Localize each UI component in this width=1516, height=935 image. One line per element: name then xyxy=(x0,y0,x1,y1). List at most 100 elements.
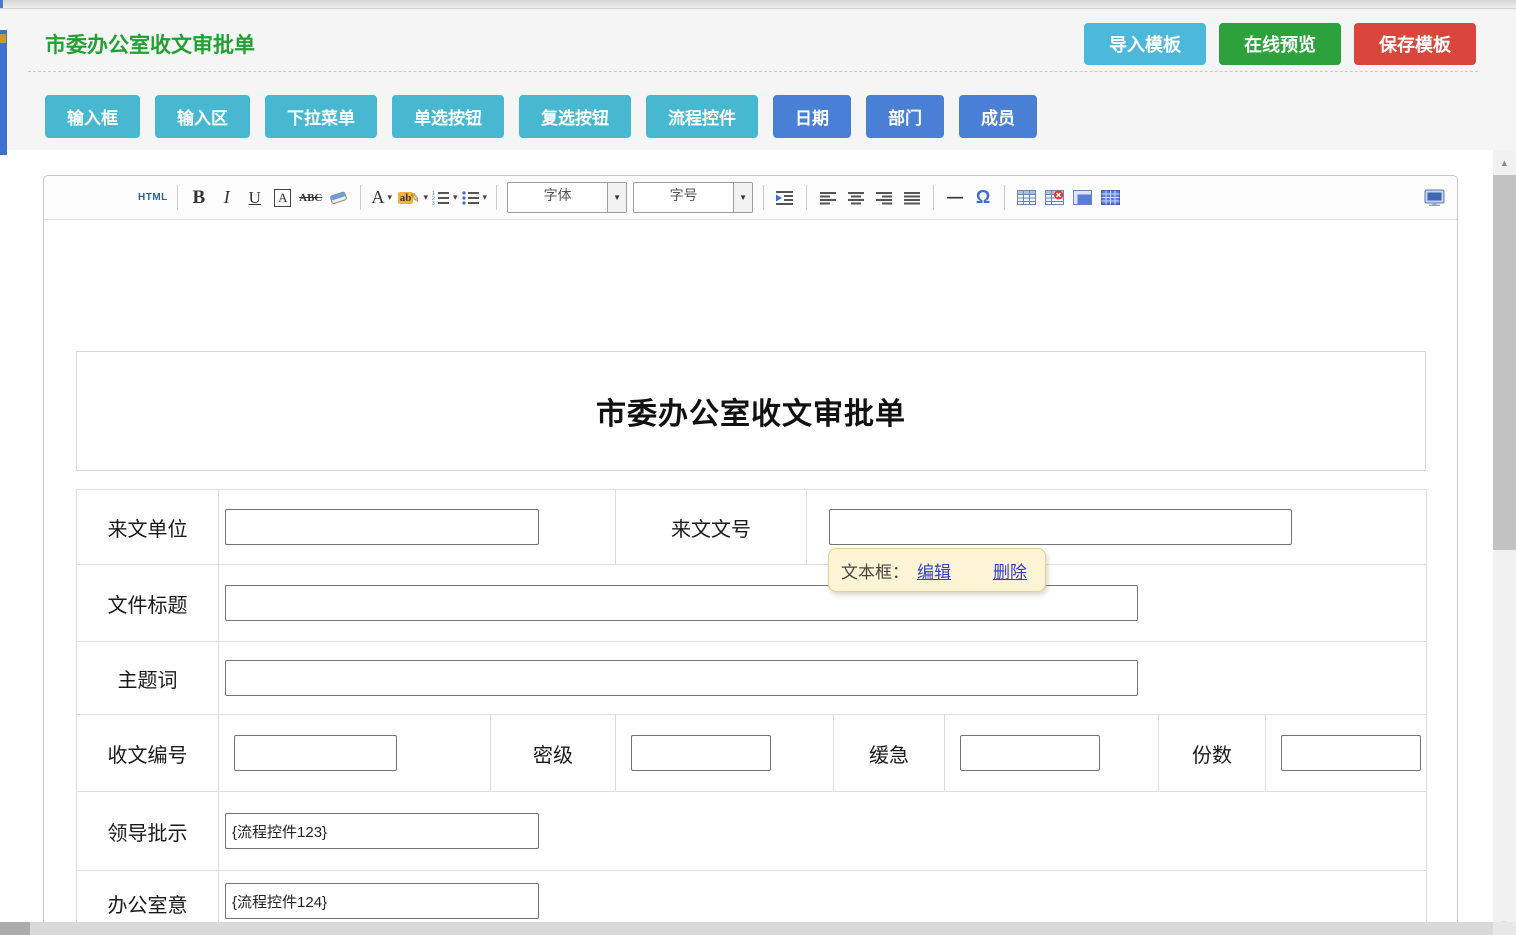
widget-department-button[interactable]: 部门 xyxy=(866,95,944,138)
cell-source-unit-input xyxy=(219,490,616,565)
table-row-meta: 收文编号 密级 缓急 份数 xyxy=(77,715,1427,792)
cell-leader: 领导批示 xyxy=(77,792,219,871)
cell-receipt-number: 收文编号 xyxy=(77,715,219,792)
source-unit-input[interactable] xyxy=(225,509,539,545)
cell-doc-title-input xyxy=(219,565,1427,642)
align-left-button[interactable] xyxy=(816,184,840,212)
subject-input[interactable] xyxy=(225,660,1138,696)
chevron-down-icon: ▾ xyxy=(388,192,393,203)
toolbar-separator xyxy=(360,185,361,210)
insert-table-button[interactable] xyxy=(1014,184,1038,212)
fullscreen-button[interactable] xyxy=(1422,184,1446,212)
table-row-leader: 领导批示 xyxy=(77,792,1427,871)
vertical-scrollbar[interactable]: ▲ ▼ xyxy=(1493,150,1516,935)
align-left-icon xyxy=(820,191,837,205)
delete-link[interactable]: 删除 xyxy=(993,558,1027,583)
bold-button[interactable]: B xyxy=(187,184,211,212)
office-flow-control-input[interactable] xyxy=(225,883,539,919)
toolbar-separator xyxy=(806,185,807,210)
edit-link[interactable]: 编辑 xyxy=(917,558,951,583)
widget-input-box-button[interactable]: 输入框 xyxy=(45,95,140,138)
leader-flow-control-input[interactable] xyxy=(225,813,539,849)
header-panel: 市委办公室收文审批单 导入模板 在线预览 保存模板 输入框 输入区 下拉菜单 单… xyxy=(0,9,1516,150)
widget-flow-control-button[interactable]: 流程控件 xyxy=(646,95,758,138)
unordered-list-button[interactable]: ▾ xyxy=(462,184,488,212)
label-source-number: 来文文号 xyxy=(671,519,751,541)
online-preview-button[interactable]: 在线预览 xyxy=(1219,23,1341,65)
label-secrecy: 密级 xyxy=(533,745,573,767)
receipt-number-input[interactable] xyxy=(234,735,397,771)
vertical-scrollbar-thumb[interactable] xyxy=(1493,175,1516,550)
toolbar-separator xyxy=(933,185,934,210)
pencil-icon: ✎ xyxy=(409,190,421,206)
cell-urgency-input xyxy=(945,715,1159,792)
scroll-up-icon[interactable]: ▲ xyxy=(1493,156,1516,170)
strikethrough-button[interactable]: ABC xyxy=(299,184,323,212)
ordered-list-icon: 123 xyxy=(432,190,450,205)
header-actions: 导入模板 在线预览 保存模板 xyxy=(1084,23,1476,65)
delete-table-button[interactable] xyxy=(1042,184,1066,212)
font-size-select[interactable]: 字号▼ xyxy=(633,182,753,213)
align-center-button[interactable] xyxy=(844,184,868,212)
horizontal-rule-button[interactable]: — xyxy=(943,184,967,212)
highlight-color-button[interactable]: ab✎▾ xyxy=(398,184,428,212)
format-a-button[interactable]: A xyxy=(271,184,295,212)
editor-content[interactable]: 市委办公室收文审批单 来文单位 来文文号 文件标题 主题词 xyxy=(44,220,1457,935)
horizontal-scrollbar[interactable] xyxy=(0,922,1493,935)
chevron-down-icon: ▾ xyxy=(483,192,488,203)
font-color-button[interactable]: A▾ xyxy=(370,184,394,212)
import-template-button[interactable]: 导入模板 xyxy=(1084,23,1206,65)
horizontal-scrollbar-thumb[interactable] xyxy=(0,922,30,935)
delete-table-icon xyxy=(1045,190,1064,205)
table-row-source: 来文单位 来文文号 xyxy=(77,490,1427,565)
form-table: 来文单位 来文文号 文件标题 主题词 收文编号 密级 xyxy=(76,489,1427,935)
widget-member-button[interactable]: 成员 xyxy=(959,95,1037,138)
cell-urgency: 缓急 xyxy=(834,715,945,792)
label-source-unit: 来文单位 xyxy=(108,519,188,541)
cell-subject-input xyxy=(219,642,1427,715)
widget-textarea-button[interactable]: 输入区 xyxy=(155,95,250,138)
left-edge-accent xyxy=(0,30,7,155)
cell-secrecy: 密级 xyxy=(491,715,616,792)
align-right-icon xyxy=(876,191,893,205)
special-char-button[interactable]: Ω xyxy=(971,184,995,212)
page-title: 市委办公室收文审批单 xyxy=(45,29,255,59)
align-right-button[interactable] xyxy=(872,184,896,212)
secrecy-input[interactable] xyxy=(631,735,771,771)
underline-button[interactable]: U xyxy=(243,184,267,212)
remove-format-button[interactable] xyxy=(327,184,351,212)
toolbar-separator xyxy=(763,185,764,210)
label-receipt-number: 收文编号 xyxy=(108,745,188,767)
table-properties-button[interactable] xyxy=(1098,184,1122,212)
ordered-list-button[interactable]: 123 ▾ xyxy=(432,184,458,212)
cell-source-number: 来文文号 xyxy=(616,490,807,565)
font-family-value: 字体 xyxy=(508,183,607,212)
italic-button[interactable]: I xyxy=(215,184,239,212)
cell-doc-title: 文件标题 xyxy=(77,565,219,642)
source-code-button[interactable]: HTML xyxy=(138,184,168,212)
widget-checkbox-button[interactable]: 复选按钮 xyxy=(519,95,631,138)
chevron-down-icon: ▾ xyxy=(423,192,428,203)
insert-frame-button[interactable] xyxy=(1070,184,1094,212)
widget-radio-button[interactable]: 单选按钮 xyxy=(392,95,504,138)
indent-button[interactable] xyxy=(773,184,797,212)
font-family-select[interactable]: 字体▼ xyxy=(507,182,627,213)
window-top-edge xyxy=(0,0,1516,9)
justify-button[interactable] xyxy=(900,184,924,212)
eraser-icon xyxy=(329,190,348,205)
cell-leader-input xyxy=(219,792,1427,871)
table-properties-icon xyxy=(1101,190,1120,205)
select-arrow-icon: ▼ xyxy=(733,183,752,212)
label-copies: 份数 xyxy=(1192,745,1232,767)
cell-subject: 主题词 xyxy=(77,642,219,715)
dashed-divider xyxy=(28,71,1478,72)
copies-input[interactable] xyxy=(1281,735,1421,771)
save-template-button[interactable]: 保存模板 xyxy=(1354,23,1476,65)
form-title: 市委办公室收文审批单 xyxy=(596,389,906,433)
widget-dropdown-button[interactable]: 下拉菜单 xyxy=(265,95,377,138)
source-number-input[interactable] xyxy=(829,509,1292,545)
rich-text-editor: HTML B I U A ABC A▾ ab✎▾ 123 ▾ ▾ 字体▼ 字号▼ xyxy=(43,175,1458,935)
widget-date-button[interactable]: 日期 xyxy=(773,95,851,138)
urgency-input[interactable] xyxy=(960,735,1100,771)
cell-receipt-number-input xyxy=(219,715,491,792)
